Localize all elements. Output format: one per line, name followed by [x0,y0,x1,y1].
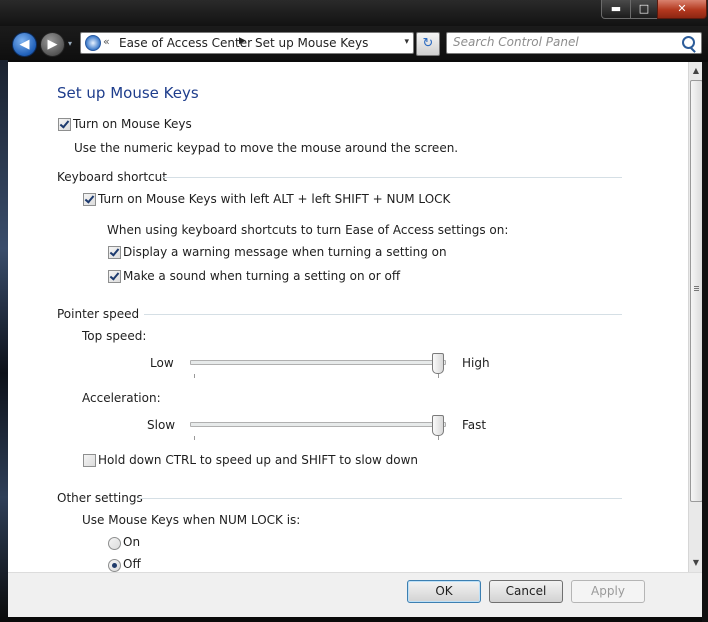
recent-pages-dropdown[interactable]: ▾ [68,39,72,48]
search-icon[interactable] [682,36,695,49]
control-panel-icon [85,35,101,51]
acceleration-tick-min [194,436,195,440]
breadcrumb-ease-of-access-center[interactable]: Ease of Access Center [119,36,252,50]
maximize-button[interactable]: □ [630,0,658,19]
breadcrumb-overflow[interactable]: « [103,35,110,48]
address-dropdown-icon[interactable]: ▾ [404,37,409,47]
back-arrow-icon: ◀ [19,37,30,52]
numlock-on-radio[interactable] [108,537,121,550]
other-settings-heading: Other settings [57,491,143,505]
grip-icon [694,286,699,292]
turn-on-mouse-keys-label[interactable]: Turn on Mouse Keys [73,117,192,131]
top-speed-min-label: Low [150,356,174,370]
close-button[interactable]: ✕ [657,0,707,19]
scroll-up-icon[interactable]: ▲ [689,64,703,78]
search-input[interactable] [447,33,673,51]
numlock-off-radio[interactable] [108,559,121,572]
forward-arrow-icon: ▶ [47,37,58,52]
sound-label[interactable]: Make a sound when turning a setting on o… [123,269,400,283]
top-speed-slider-thumb[interactable] [432,353,444,374]
shortcut-checkbox[interactable] [83,193,96,206]
back-button[interactable]: ◀ [12,32,37,57]
minimize-button[interactable]: ▬ [601,0,631,19]
vertical-scrollbar[interactable]: ▲ ▼ [688,62,703,572]
cancel-button[interactable]: Cancel [489,580,563,603]
acceleration-label: Acceleration: [82,391,161,405]
acceleration-max-label: Fast [462,418,487,432]
refresh-icon: ↻ [422,36,434,51]
forward-button[interactable]: ▶ [40,32,65,57]
acceleration-slider-track[interactable] [190,422,446,427]
warning-message-label[interactable]: Display a warning message when turning a… [123,245,447,259]
main-content: Set up Mouse Keys Turn on Mouse Keys Use… [8,62,688,572]
address-bar[interactable]: « Ease of Access Center ▶ Set up Mouse K… [80,32,414,54]
numlock-off-label[interactable]: Off [123,557,141,571]
ok-button[interactable]: OK [407,580,481,603]
sound-checkbox[interactable] [108,270,121,283]
chevron-down-icon: ▾ [68,39,73,48]
shortcut-settings-intro: When using keyboard shortcuts to turn Ea… [107,223,509,237]
window-edge [702,62,708,622]
top-speed-slider-track[interactable] [190,360,446,365]
pointer-speed-divider [144,314,622,315]
refresh-button[interactable]: ↻ [416,32,440,56]
ctrl-shift-speed-label[interactable]: Hold down CTRL to speed up and SHIFT to … [98,453,418,467]
desktop-background [0,0,8,622]
acceleration-min-label: Slow [147,418,176,432]
warning-message-checkbox[interactable] [108,246,121,259]
top-speed-tick-max [438,374,439,378]
top-speed-max-label: High [462,356,490,370]
turn-on-mouse-keys-description: Use the numeric keypad to move the mouse… [74,141,459,155]
acceleration-slider-thumb[interactable] [432,415,444,436]
pointer-speed-heading: Pointer speed [57,307,140,321]
other-settings-divider [138,498,622,499]
search-box [446,32,702,54]
top-speed-label: Top speed: [82,329,147,343]
turn-on-mouse-keys-checkbox[interactable] [58,118,71,131]
apply-button[interactable]: Apply [571,580,645,603]
numlock-on-label[interactable]: On [123,535,140,549]
keyboard-shortcut-heading: Keyboard shortcut [57,170,167,184]
top-speed-tick-min [194,374,195,378]
breadcrumb-separator-icon[interactable]: ▶ [239,36,246,46]
keyboard-shortcut-divider [162,177,622,178]
breadcrumb-set-up-mouse-keys[interactable]: Set up Mouse Keys [255,36,368,50]
page-title: Set up Mouse Keys [57,84,199,102]
acceleration-tick-max [438,436,439,440]
numlock-label: Use Mouse Keys when NUM LOCK is: [82,513,301,527]
scroll-down-icon[interactable]: ▼ [689,556,703,570]
ctrl-shift-speed-checkbox[interactable] [83,454,96,467]
shortcut-label[interactable]: Turn on Mouse Keys with left ALT + left … [98,192,450,206]
